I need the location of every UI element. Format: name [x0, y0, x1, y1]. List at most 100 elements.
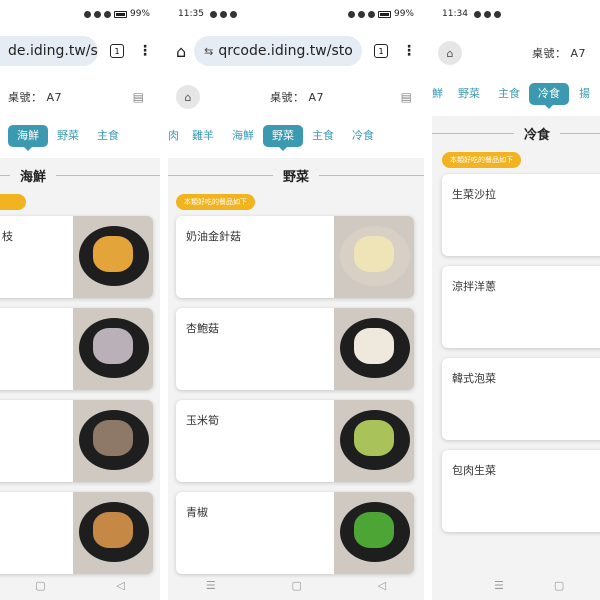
- food-photo: [334, 492, 414, 574]
- menu-item-card[interactable]: 杏鮑菇: [176, 308, 414, 390]
- food-photo: [334, 216, 414, 298]
- category-tabs: 海鮮 野菜 主食: [8, 124, 160, 151]
- url-bar[interactable]: ⇆ qrcode.iding.tw/sto: [194, 36, 362, 66]
- menu-item-card[interactable]: 生菜沙拉: [442, 174, 600, 256]
- wifi-icon: [357, 10, 365, 18]
- menu-item-card[interactable]: [0, 400, 153, 482]
- tab-category[interactable]: 海鮮: [8, 125, 48, 151]
- table-number-label: 桌號： A7: [270, 91, 325, 104]
- battery-icon: [377, 10, 391, 18]
- table-number-label: 桌號： A7: [532, 47, 587, 60]
- tab-category[interactable]: 主食: [489, 83, 529, 105]
- home-nav-icon[interactable]: ▢: [292, 579, 302, 592]
- menu-item-card[interactable]: 奶油金針菇: [176, 216, 414, 298]
- page-header: ⌂ 桌號： A7 ▤: [168, 84, 424, 110]
- tab-category[interactable]: 主食: [303, 125, 343, 147]
- page-header: ⌂ 桌號： A7: [432, 40, 600, 66]
- receipt-icon[interactable]: ▤: [401, 90, 412, 104]
- section-header: 野菜: [168, 164, 424, 186]
- menu-item-card[interactable]: 涼拌洋蔥: [442, 266, 600, 348]
- food-photo: [73, 400, 153, 482]
- menu-item-card[interactable]: 枝: [0, 216, 153, 298]
- menu-item-card[interactable]: [0, 492, 153, 574]
- menu-item-card[interactable]: [0, 308, 153, 390]
- home-nav-icon[interactable]: ▢: [35, 579, 45, 592]
- signal-icon: [367, 10, 375, 18]
- recents-nav-icon[interactable]: ☰: [206, 579, 216, 592]
- notification-icon: [229, 10, 237, 18]
- phone-center: 11:35 99% ⌂ ⇆ qrcode.iding.tw/sto 1 ⋮ ⌂ …: [168, 0, 424, 600]
- recents-nav-icon[interactable]: ☰: [494, 579, 504, 592]
- tab-category[interactable]: 鮮: [432, 83, 449, 105]
- tab-switcher-button[interactable]: 1: [374, 44, 388, 58]
- menu-item-name: 生菜沙拉: [452, 188, 496, 201]
- tab-category[interactable]: 主食: [88, 125, 128, 147]
- section-title: 海鮮: [20, 169, 47, 185]
- section-title: 冷食: [524, 127, 551, 143]
- menu-item-name: 涼拌洋蔥: [452, 280, 496, 293]
- tab-switcher-button[interactable]: 1: [110, 44, 124, 58]
- battery-icon: [113, 10, 127, 18]
- tab-category[interactable]: 野菜: [449, 83, 489, 105]
- notification-icon: [483, 10, 491, 18]
- food-photo: [73, 308, 153, 390]
- food-photo: [73, 492, 153, 574]
- battery-percent: 99%: [393, 9, 414, 19]
- section-title: 野菜: [283, 169, 310, 185]
- home-icon[interactable]: ⌂: [176, 85, 200, 109]
- notice-badge: 本類好吃的餐品如下: [442, 152, 521, 168]
- site-settings-icon[interactable]: ⇆: [204, 45, 213, 58]
- menu-item-name: 枝: [2, 230, 13, 243]
- status-bar: 11:34: [432, 0, 600, 28]
- status-bar: 99%: [0, 0, 160, 28]
- tab-category[interactable]: 雞羊: [183, 125, 223, 147]
- system-nav-bar: ☰ ▢: [432, 570, 600, 600]
- menu-item-card[interactable]: 包肉生菜: [442, 450, 600, 532]
- food-photo: [334, 400, 414, 482]
- tab-category[interactable]: 野菜: [263, 125, 303, 151]
- menu-item-card[interactable]: 韓式泡菜: [442, 358, 600, 440]
- wifi-icon: [93, 10, 101, 18]
- category-tabs: 鮮 野菜 主食 冷食 揚: [432, 82, 600, 109]
- notification-icon: [473, 10, 481, 18]
- notification-icon: [219, 10, 227, 18]
- more-vert-icon[interactable]: ⋮: [402, 43, 416, 59]
- status-bar: 11:35 99%: [168, 0, 424, 28]
- category-tabs: 肉 雞羊 海鮮 野菜 主食 冷食: [168, 124, 424, 151]
- url-text: de.iding.tw/sto: [8, 43, 98, 59]
- food-photo: [73, 216, 153, 298]
- notification-icon: [209, 10, 217, 18]
- home-nav-icon[interactable]: ▢: [554, 579, 564, 592]
- url-text: qrcode.iding.tw/sto: [218, 43, 353, 59]
- menu-item-name: 韓式泡菜: [452, 372, 496, 385]
- system-nav-bar: ▢ ◁: [0, 570, 160, 600]
- back-nav-icon[interactable]: ◁: [378, 579, 386, 592]
- browser-toolbar: de.iding.tw/sto 1 ⋮: [0, 32, 160, 70]
- tab-category[interactable]: 野菜: [48, 125, 88, 147]
- url-bar[interactable]: de.iding.tw/sto: [0, 36, 98, 66]
- phone-right: 11:34 ⌂ 桌號： A7 鮮 野菜 主食 冷食 揚 冷食 本類好吃的餐品如下…: [432, 0, 600, 600]
- notice-badge: 本類好吃的餐品如下: [176, 194, 255, 210]
- alarm-icon: [83, 10, 91, 18]
- notice-badge: [0, 194, 26, 210]
- tab-partial[interactable]: 肉: [168, 125, 183, 147]
- system-nav-bar: ☰ ▢ ◁: [168, 570, 424, 600]
- phone-left: 99% de.iding.tw/sto 1 ⋮ 桌號： A7 ▤ 海鮮 野菜 主…: [0, 0, 160, 600]
- home-icon[interactable]: ⌂: [176, 42, 186, 61]
- more-vert-icon[interactable]: ⋮: [138, 43, 152, 59]
- home-icon[interactable]: ⌂: [438, 41, 462, 65]
- table-number-label: 桌號： A7: [8, 91, 63, 104]
- menu-item-name: 玉米筍: [186, 414, 219, 427]
- tab-category[interactable]: 冷食: [529, 83, 569, 109]
- receipt-icon[interactable]: ▤: [133, 90, 144, 104]
- back-nav-icon[interactable]: ◁: [116, 579, 124, 592]
- page-header: 桌號： A7 ▤: [0, 84, 160, 110]
- section-header: 冷食: [432, 122, 600, 144]
- tab-category[interactable]: 冷食: [343, 125, 383, 147]
- menu-item-card[interactable]: 青椒: [176, 492, 414, 574]
- tab-category[interactable]: 海鮮: [223, 125, 263, 147]
- alarm-icon: [347, 10, 355, 18]
- status-time: 11:35: [178, 9, 204, 19]
- menu-item-card[interactable]: 玉米筍: [176, 400, 414, 482]
- tab-partial[interactable]: 揚: [569, 83, 599, 105]
